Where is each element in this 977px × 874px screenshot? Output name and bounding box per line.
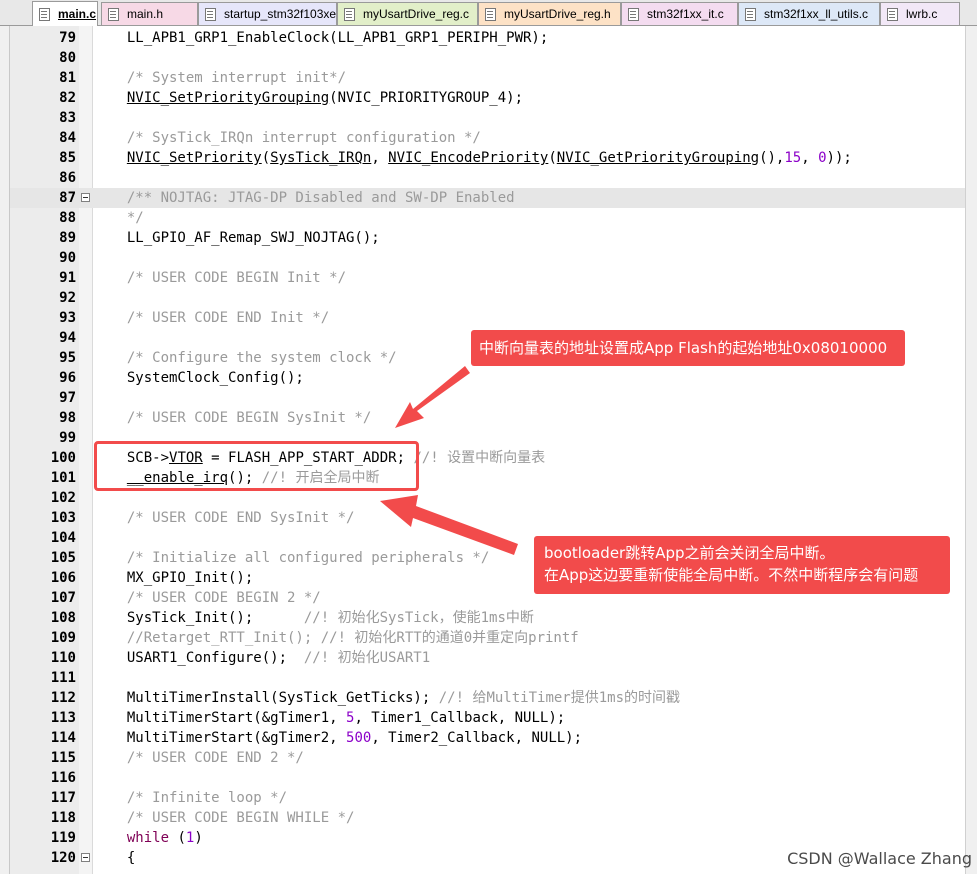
callout-vector-table-text: 中断向量表的地址设置成App Flash的起始地址0x08010000 <box>479 339 888 357</box>
callout-enable-irq-line1: bootloader跳转App之前会关闭全局中断。 <box>544 544 835 562</box>
callout-enable-irq-line2: 在App这边要重新使能全局中断。不然中断程序会有问题 <box>544 566 919 584</box>
annotation-arrows <box>380 366 518 555</box>
callout-vector-table: 中断向量表的地址设置成App Flash的起始地址0x08010000 <box>471 330 905 366</box>
arrow-to-enable-irq <box>380 495 518 555</box>
callout-enable-irq: bootloader跳转App之前会关闭全局中断。 在App这边要重新使能全局中… <box>534 536 950 594</box>
arrow-to-vtor <box>395 366 470 428</box>
watermark: CSDN @Wallace Zhang <box>787 849 972 868</box>
